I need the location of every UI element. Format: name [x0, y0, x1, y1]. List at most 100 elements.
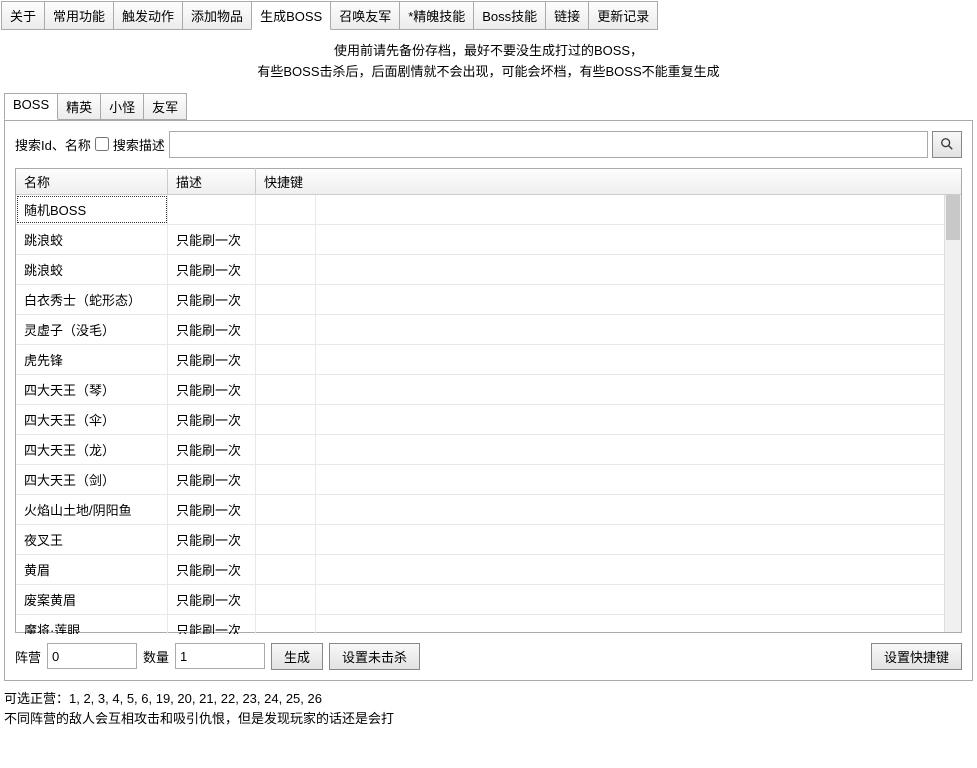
table-row[interactable]: 虎先锋只能刷一次	[16, 345, 961, 375]
main-tab-9[interactable]: 更新记录	[588, 1, 658, 30]
main-tab-7[interactable]: Boss技能	[473, 1, 546, 30]
camp-label: 阵营	[15, 647, 41, 666]
cell-desc: 只能刷一次	[168, 225, 256, 254]
table-row[interactable]: 魔将·莲眼只能刷一次	[16, 615, 961, 634]
cell-name: 四大天王（龙）	[16, 435, 168, 464]
cell-hotkey	[256, 375, 316, 404]
table-row[interactable]: 灵虚子（没毛）只能刷一次	[16, 315, 961, 345]
cell-desc	[168, 195, 256, 224]
main-tab-4[interactable]: 生成BOSS	[251, 1, 331, 30]
bottom-controls: 阵营 数量 生成 设置未击杀 设置快捷键	[15, 643, 962, 670]
cell-name: 四大天王（琴）	[16, 375, 168, 404]
cell-desc: 只能刷一次	[168, 435, 256, 464]
table-row[interactable]: 跳浪蛟只能刷一次	[16, 255, 961, 285]
sub-tab-0[interactable]: BOSS	[4, 93, 58, 120]
cell-hotkey	[256, 585, 316, 614]
cell-name: 白衣秀士（蛇形态）	[16, 285, 168, 314]
search-input[interactable]	[169, 131, 928, 158]
cell-hotkey	[256, 345, 316, 374]
search-desc-label: 搜索描述	[113, 135, 165, 154]
sub-tab-2[interactable]: 小怪	[100, 93, 144, 120]
col-header-desc[interactable]: 描述	[168, 168, 256, 195]
cell-desc: 只能刷一次	[168, 405, 256, 434]
boss-table: 名称 描述 快捷键 随机BOSS跳浪蛟只能刷一次跳浪蛟只能刷一次白衣秀士（蛇形态…	[15, 168, 962, 633]
table-header: 名称 描述 快捷键	[16, 169, 961, 195]
cell-desc: 只能刷一次	[168, 525, 256, 554]
main-tab-5[interactable]: 召唤友军	[330, 1, 400, 30]
info-line-2: 有些BOSS击杀后，后面剧情就不会出现，可能会坏档，有些BOSS不能重复生成	[0, 62, 977, 83]
cell-desc: 只能刷一次	[168, 315, 256, 344]
main-tab-0[interactable]: 关于	[1, 1, 45, 30]
search-desc-checkbox[interactable]	[95, 137, 109, 151]
cell-desc: 只能刷一次	[168, 615, 256, 634]
table-row[interactable]: 黄眉只能刷一次	[16, 555, 961, 585]
scrollbar-thumb[interactable]	[946, 195, 960, 240]
footer-text: 可选正营：1, 2, 3, 4, 5, 6, 19, 20, 21, 22, 2…	[0, 681, 977, 731]
cell-desc: 只能刷一次	[168, 555, 256, 584]
main-tab-8[interactable]: 链接	[545, 1, 589, 30]
generate-button[interactable]: 生成	[271, 643, 323, 670]
cell-hotkey	[256, 195, 316, 224]
camp-input[interactable]	[47, 643, 137, 669]
table-row[interactable]: 随机BOSS	[16, 195, 961, 225]
cell-name: 火焰山土地/阴阳鱼	[16, 495, 168, 524]
cell-name: 废案黄眉	[16, 585, 168, 614]
table-row[interactable]: 跳浪蛟只能刷一次	[16, 225, 961, 255]
cell-desc: 只能刷一次	[168, 285, 256, 314]
main-tab-3[interactable]: 添加物品	[182, 1, 252, 30]
sub-tab-3[interactable]: 友军	[143, 93, 187, 120]
cell-hotkey	[256, 435, 316, 464]
cell-hotkey	[256, 525, 316, 554]
table-body: 随机BOSS跳浪蛟只能刷一次跳浪蛟只能刷一次白衣秀士（蛇形态）只能刷一次灵虚子（…	[16, 195, 961, 634]
cell-hotkey	[256, 225, 316, 254]
table-row[interactable]: 四大天王（剑）只能刷一次	[16, 465, 961, 495]
cell-desc: 只能刷一次	[168, 585, 256, 614]
search-id-name-label: 搜索Id、名称	[15, 135, 91, 154]
cell-name: 黄眉	[16, 555, 168, 584]
sub-tab-1[interactable]: 精英	[57, 93, 101, 120]
search-button[interactable]	[932, 131, 962, 158]
count-input[interactable]	[175, 643, 265, 669]
scrollbar[interactable]	[944, 195, 961, 632]
cell-desc: 只能刷一次	[168, 255, 256, 284]
search-row: 搜索Id、名称 搜索描述	[15, 131, 962, 158]
table-row[interactable]: 四大天王（龙）只能刷一次	[16, 435, 961, 465]
cell-name: 灵虚子（没毛）	[16, 315, 168, 344]
col-header-name[interactable]: 名称	[16, 168, 168, 195]
main-tab-1[interactable]: 常用功能	[44, 1, 114, 30]
table-row[interactable]: 夜叉王只能刷一次	[16, 525, 961, 555]
cell-name: 随机BOSS	[16, 195, 168, 224]
table-row[interactable]: 四大天王（琴）只能刷一次	[16, 375, 961, 405]
cell-hotkey	[256, 315, 316, 344]
cell-hotkey	[256, 495, 316, 524]
cell-hotkey	[256, 285, 316, 314]
set-hotkey-button[interactable]: 设置快捷键	[871, 643, 962, 670]
cell-desc: 只能刷一次	[168, 465, 256, 494]
cell-hotkey	[256, 465, 316, 494]
cell-name: 跳浪蛟	[16, 255, 168, 284]
cell-desc: 只能刷一次	[168, 375, 256, 404]
cell-hotkey	[256, 555, 316, 584]
cell-name: 四大天王（剑）	[16, 465, 168, 494]
main-tab-6[interactable]: *精魄技能	[399, 1, 474, 30]
table-row[interactable]: 四大天王（伞）只能刷一次	[16, 405, 961, 435]
cell-name: 四大天王（伞）	[16, 405, 168, 434]
main-tab-2[interactable]: 触发动作	[113, 1, 183, 30]
cell-name: 夜叉王	[16, 525, 168, 554]
set-not-killed-button[interactable]: 设置未击杀	[329, 643, 420, 670]
cell-hotkey	[256, 405, 316, 434]
cell-hotkey	[256, 615, 316, 634]
col-header-hotkey[interactable]: 快捷键	[256, 168, 316, 195]
table-row[interactable]: 白衣秀士（蛇形态）只能刷一次	[16, 285, 961, 315]
table-row[interactable]: 废案黄眉只能刷一次	[16, 585, 961, 615]
search-icon	[940, 137, 954, 151]
footer-line-1: 可选正营：1, 2, 3, 4, 5, 6, 19, 20, 21, 22, 2…	[4, 689, 973, 710]
footer-line-2: 不同阵营的敌人会互相攻击和吸引仇恨，但是发现玩家的话还是会打	[4, 709, 973, 730]
cell-name: 虎先锋	[16, 345, 168, 374]
sub-tab-bar: BOSS精英小怪友军	[0, 93, 977, 120]
content-panel: 搜索Id、名称 搜索描述 名称 描述 快捷键 随机BOSS跳浪蛟只能刷一次跳浪蛟…	[4, 120, 973, 681]
main-tab-bar: 关于常用功能触发动作添加物品生成BOSS召唤友军*精魄技能Boss技能链接更新记…	[0, 0, 977, 31]
count-label: 数量	[143, 647, 169, 666]
table-row[interactable]: 火焰山土地/阴阳鱼只能刷一次	[16, 495, 961, 525]
cell-name: 魔将·莲眼	[16, 615, 168, 634]
